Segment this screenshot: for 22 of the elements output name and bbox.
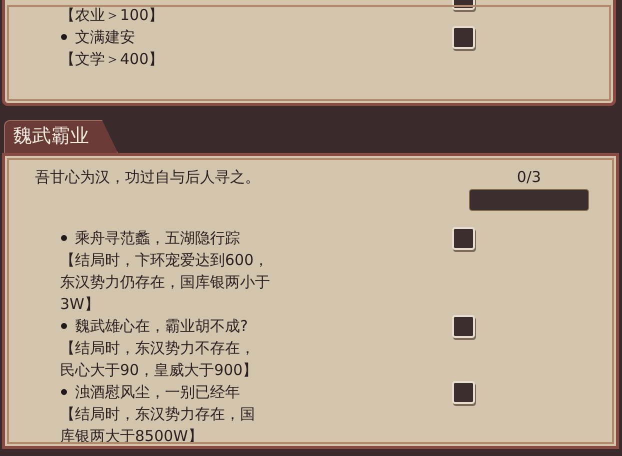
checkbox[interactable] (452, 26, 475, 49)
goal-condition: 3W】 (60, 294, 100, 315)
section-description: 吾甘心为汉，功过自与后人寻之。 (35, 168, 260, 187)
goal-condition: 【结局时，东汉势力存在，国 (60, 404, 256, 425)
goal-title: 乘舟寻范蠡，五湖隐行踪 (75, 228, 240, 249)
goal-condition: 东汉势力仍存在，国库银两小于 (60, 272, 271, 293)
goal-condition: 【农业＞100】 (60, 5, 165, 26)
checkbox[interactable] (452, 315, 475, 338)
goal-title: 魏武雄心在，霸业胡不成? (75, 316, 248, 337)
bullet-icon (61, 323, 67, 329)
goal-condition: 【结局时，卞环宠爱达到600， (60, 250, 270, 271)
bullet-icon (61, 389, 67, 395)
goal-title: 文满建安 (75, 27, 135, 48)
checkbox[interactable] (452, 381, 475, 404)
goal-condition: 民心大于90，皇威大于900】 (60, 360, 259, 381)
progress-count: 0/3 (516, 168, 542, 186)
bullet-icon (61, 34, 67, 40)
checkbox[interactable] (452, 227, 475, 250)
bullet-icon (61, 235, 67, 241)
goal-title: 浊酒慰风尘，一别已经年 (75, 382, 240, 403)
goal-condition: 【结局时，东汉势力不存在， (60, 338, 256, 359)
goal-condition: 【文学＞400】 (60, 49, 165, 70)
